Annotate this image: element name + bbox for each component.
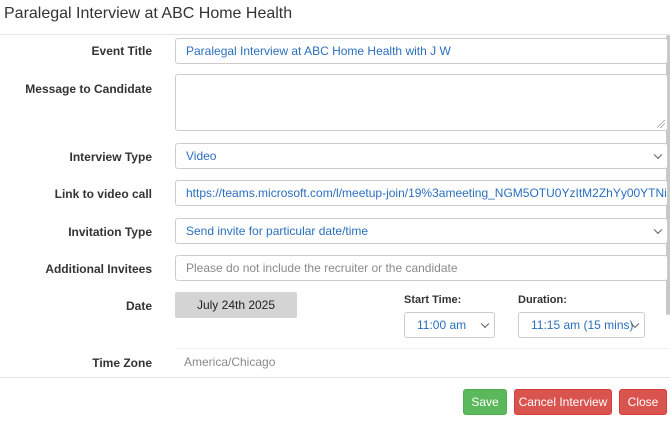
video-link-value: https://teams.microsoft.com/l/meetup-joi… bbox=[186, 186, 668, 200]
interview-type-select[interactable]: Video bbox=[175, 143, 668, 169]
duration-select[interactable]: 11:15 am (15 mins) bbox=[518, 312, 645, 338]
invitation-type-value: Send invite for particular date/time bbox=[186, 224, 369, 238]
event-title-value: Paralegal Interview at ABC Home Health w… bbox=[186, 44, 451, 58]
date-picker-button[interactable]: July 24th 2025 bbox=[175, 292, 297, 318]
time-zone-value: America/Chicago bbox=[184, 355, 276, 369]
message-label: Message to Candidate bbox=[25, 82, 152, 96]
chevron-down-icon bbox=[653, 150, 663, 160]
time-zone-separator bbox=[175, 348, 668, 349]
chevron-down-icon bbox=[480, 319, 490, 329]
start-time-label: Start Time: bbox=[404, 294, 462, 306]
date-label: Date bbox=[125, 299, 152, 313]
invitation-type-select[interactable]: Send invite for particular date/time bbox=[175, 218, 668, 244]
event-title-input[interactable]: Paralegal Interview at ABC Home Health w… bbox=[175, 38, 668, 64]
duration-value: 11:15 am (15 mins) bbox=[531, 318, 634, 332]
interview-type-value: Video bbox=[186, 149, 217, 163]
invitation-type-label: Invitation Type bbox=[68, 225, 152, 239]
date-value: July 24th 2025 bbox=[196, 298, 276, 312]
chevron-down-icon bbox=[653, 225, 663, 235]
message-textarea[interactable] bbox=[175, 74, 668, 131]
additional-invitees-input[interactable]: Please do not include the recruiter or t… bbox=[175, 255, 668, 281]
event-title-label: Event Title bbox=[91, 44, 152, 58]
video-link-input[interactable]: https://teams.microsoft.com/l/meetup-joi… bbox=[175, 180, 668, 206]
footer-divider bbox=[0, 377, 670, 378]
save-button[interactable]: Save bbox=[463, 389, 507, 415]
time-zone-label: Time Zone bbox=[92, 356, 152, 370]
additional-invitees-label: Additional Invitees bbox=[45, 262, 152, 276]
additional-invitees-placeholder: Please do not include the recruiter or t… bbox=[186, 261, 458, 275]
interview-type-label: Interview Type bbox=[69, 150, 152, 164]
video-link-label: Link to video call bbox=[54, 187, 152, 201]
close-button[interactable]: Close bbox=[619, 389, 667, 415]
start-time-value: 11:00 am bbox=[417, 318, 467, 332]
start-time-select[interactable]: 11:00 am bbox=[404, 312, 495, 338]
modal-title: Paralegal Interview at ABC Home Health bbox=[4, 5, 293, 22]
header-divider bbox=[0, 34, 670, 35]
cancel-interview-button[interactable]: Cancel Interview bbox=[514, 389, 612, 415]
resize-handle-icon[interactable] bbox=[657, 120, 665, 128]
duration-label: Duration: bbox=[518, 294, 567, 306]
